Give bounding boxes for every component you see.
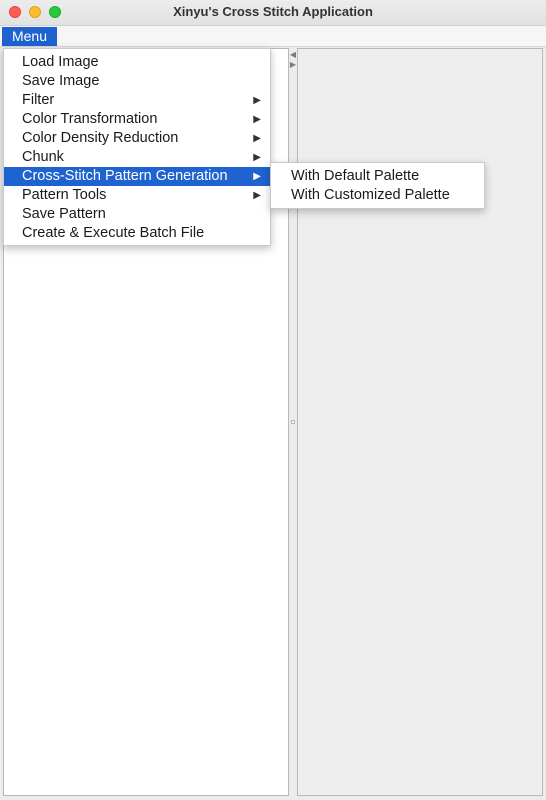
menu-item-label: Save Pattern <box>22 206 106 222</box>
menu-item-create-execute-batch-file[interactable]: Create & Execute Batch File <box>4 224 270 243</box>
menu-item-filter[interactable]: Filter ▶ <box>4 91 270 110</box>
app-window: Xinyu's Cross Stitch Application Menu ◀ … <box>0 0 546 800</box>
submenu-arrow-icon: ▶ <box>253 95 261 106</box>
submenu-arrow-icon: ▶ <box>253 190 261 201</box>
main-menu-popup: Load Image Save Image Filter ▶ Color Tran… <box>3 48 271 246</box>
submenu-item-label: With Customized Palette <box>291 187 450 203</box>
submenu-item-default-palette[interactable]: With Default Palette <box>271 167 484 186</box>
menu-item-label: Color Transformation <box>22 111 158 127</box>
menu-bar: Menu <box>0 26 546 47</box>
menu-item-color-transformation[interactable]: Color Transformation ▶ <box>4 110 270 129</box>
menu-item-label: Color Density Reduction <box>22 130 179 146</box>
title-bar: Xinyu's Cross Stitch Application <box>0 0 546 26</box>
submenu-arrow-icon: ▶ <box>253 171 261 182</box>
menu-item-save-pattern[interactable]: Save Pattern <box>4 205 270 224</box>
menu-item-label: Load Image <box>22 54 99 70</box>
submenu-arrow-icon: ▶ <box>253 133 261 144</box>
menu-item-pattern-tools[interactable]: Pattern Tools ▶ <box>4 186 270 205</box>
menu-item-label: Filter <box>22 92 55 108</box>
split-pane-divider[interactable]: ◀ ▶ <box>289 48 297 796</box>
menu-item-label: Save Image <box>22 73 100 89</box>
submenu-arrow-icon: ▶ <box>253 114 261 125</box>
submenu-arrow-icon: ▶ <box>253 152 261 163</box>
menu-button[interactable]: Menu <box>2 27 57 46</box>
divider-grip-icon[interactable] <box>291 420 295 424</box>
right-pattern-pane <box>297 48 543 796</box>
collapse-left-arrow-icon[interactable]: ◀ <box>289 50 297 59</box>
menu-item-load-image[interactable]: Load Image <box>4 53 270 72</box>
menu-item-cross-stitch-pattern-generation[interactable]: Cross-Stitch Pattern Generation ▶ <box>4 167 270 186</box>
submenu-item-customized-palette[interactable]: With Customized Palette <box>271 186 484 205</box>
menu-item-label: Cross-Stitch Pattern Generation <box>22 168 228 184</box>
menu-item-label: Chunk <box>22 149 64 165</box>
pattern-generation-submenu: With Default Palette With Customized Pal… <box>270 162 485 209</box>
collapse-right-arrow-icon[interactable]: ▶ <box>289 60 297 69</box>
submenu-item-label: With Default Palette <box>291 168 420 184</box>
menu-item-save-image[interactable]: Save Image <box>4 72 270 91</box>
menu-item-chunk[interactable]: Chunk ▶ <box>4 148 270 167</box>
menu-item-label: Pattern Tools <box>22 187 107 203</box>
window-title: Xinyu's Cross Stitch Application <box>173 4 373 19</box>
menu-item-label: Create & Execute Batch File <box>22 225 205 241</box>
menu-item-color-density-reduction[interactable]: Color Density Reduction ▶ <box>4 129 270 148</box>
